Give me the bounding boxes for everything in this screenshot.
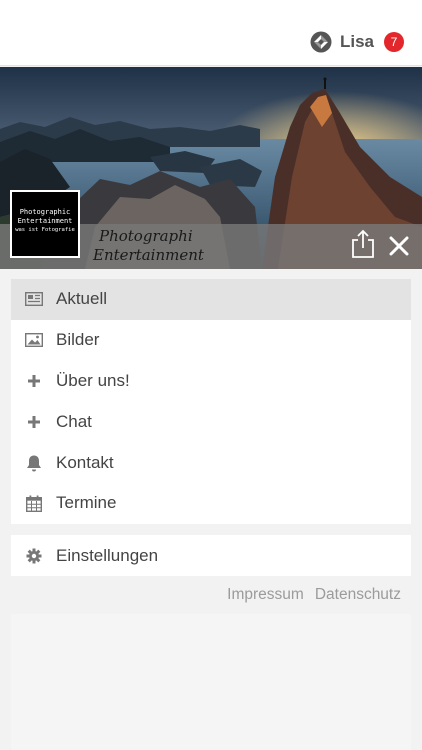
menu-item-aktuell[interactable]: Aktuell	[11, 279, 411, 320]
nav-menu: Aktuell Bilder Über uns! Chat Kontakt Te…	[11, 279, 411, 524]
brand-name-line-2: Entertainment	[93, 246, 204, 264]
menu-label-ueber-uns: Über uns!	[56, 370, 130, 390]
image-icon	[25, 331, 43, 349]
menu-label-termine: Termine	[56, 493, 117, 513]
newspaper-icon	[25, 290, 43, 308]
menu-label-kontakt: Kontakt	[56, 452, 114, 472]
datenschutz-link[interactable]: Datenschutz	[315, 586, 401, 604]
footer-links: Impressum Datenschutz	[227, 586, 401, 604]
menu-item-termine[interactable]: Termine	[11, 483, 411, 524]
close-icon[interactable]	[388, 235, 410, 257]
menu-label-bilder: Bilder	[56, 330, 100, 350]
header-image: Photographic Entertainment was ist Fotog…	[0, 67, 422, 269]
calendar-icon	[25, 494, 43, 512]
menu-item-ueber-uns[interactable]: Über uns!	[11, 361, 411, 402]
brand-logo: Photographic Entertainment was ist Fotog…	[10, 190, 80, 258]
notification-badge[interactable]: 7	[384, 32, 404, 52]
menu-item-einstellungen[interactable]: Einstellungen	[11, 535, 411, 576]
user-menu[interactable]: Lisa 7	[310, 31, 404, 53]
bell-icon	[25, 454, 43, 472]
brand-name: Photographi Entertainment	[93, 227, 204, 265]
menu-item-chat[interactable]: Chat	[11, 401, 411, 442]
brand-logo-line-2: Entertainment	[17, 217, 73, 225]
gear-icon	[25, 547, 43, 565]
app-logo-icon	[310, 31, 332, 53]
menu-item-kontakt[interactable]: Kontakt	[11, 442, 411, 483]
menu-label-aktuell: Aktuell	[56, 289, 108, 309]
top-bar: Lisa 7	[0, 0, 422, 66]
brand-logo-line-1: Photographic	[19, 208, 71, 216]
empty-panel	[11, 614, 411, 750]
menu-label-chat: Chat	[56, 411, 92, 431]
user-name[interactable]: Lisa	[340, 32, 374, 52]
brand-logo-line-3: was ist Fotografie	[15, 227, 75, 233]
plus-icon	[25, 413, 43, 431]
brand-name-line-1: Photographi	[99, 227, 193, 245]
menu-label-einstellungen: Einstellungen	[56, 545, 159, 565]
share-icon[interactable]	[350, 229, 376, 259]
impressum-link[interactable]: Impressum	[227, 586, 304, 604]
plus-icon	[25, 372, 43, 390]
menu-item-bilder[interactable]: Bilder	[11, 320, 411, 361]
